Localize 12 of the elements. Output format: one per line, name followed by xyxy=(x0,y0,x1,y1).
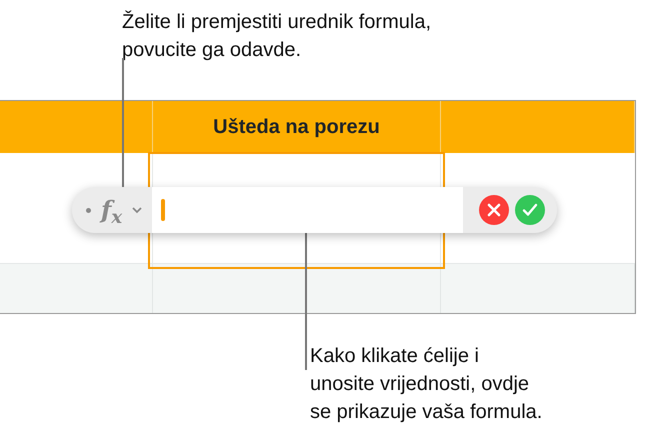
callout-text: Kako klikate ćelije i unosite vrijednosti, ovdje se prikazuje vaša formula. xyxy=(310,344,542,425)
text-cursor xyxy=(161,199,166,221)
chevron-down-icon[interactable] xyxy=(132,206,142,214)
accept-button[interactable] xyxy=(515,195,545,225)
close-icon xyxy=(487,203,501,217)
cancel-button[interactable] xyxy=(479,195,509,225)
callout-text: Želite li premjestiti urednik formula, povucite ga odavde. xyxy=(121,10,432,63)
formula-input-field[interactable] xyxy=(152,187,463,233)
function-button[interactable]: f$_{x}$ xyxy=(101,198,122,222)
drag-handle-icon[interactable] xyxy=(86,208,91,212)
column-header: Ušteda na porezu xyxy=(153,101,441,153)
checkmark-icon xyxy=(522,203,538,217)
